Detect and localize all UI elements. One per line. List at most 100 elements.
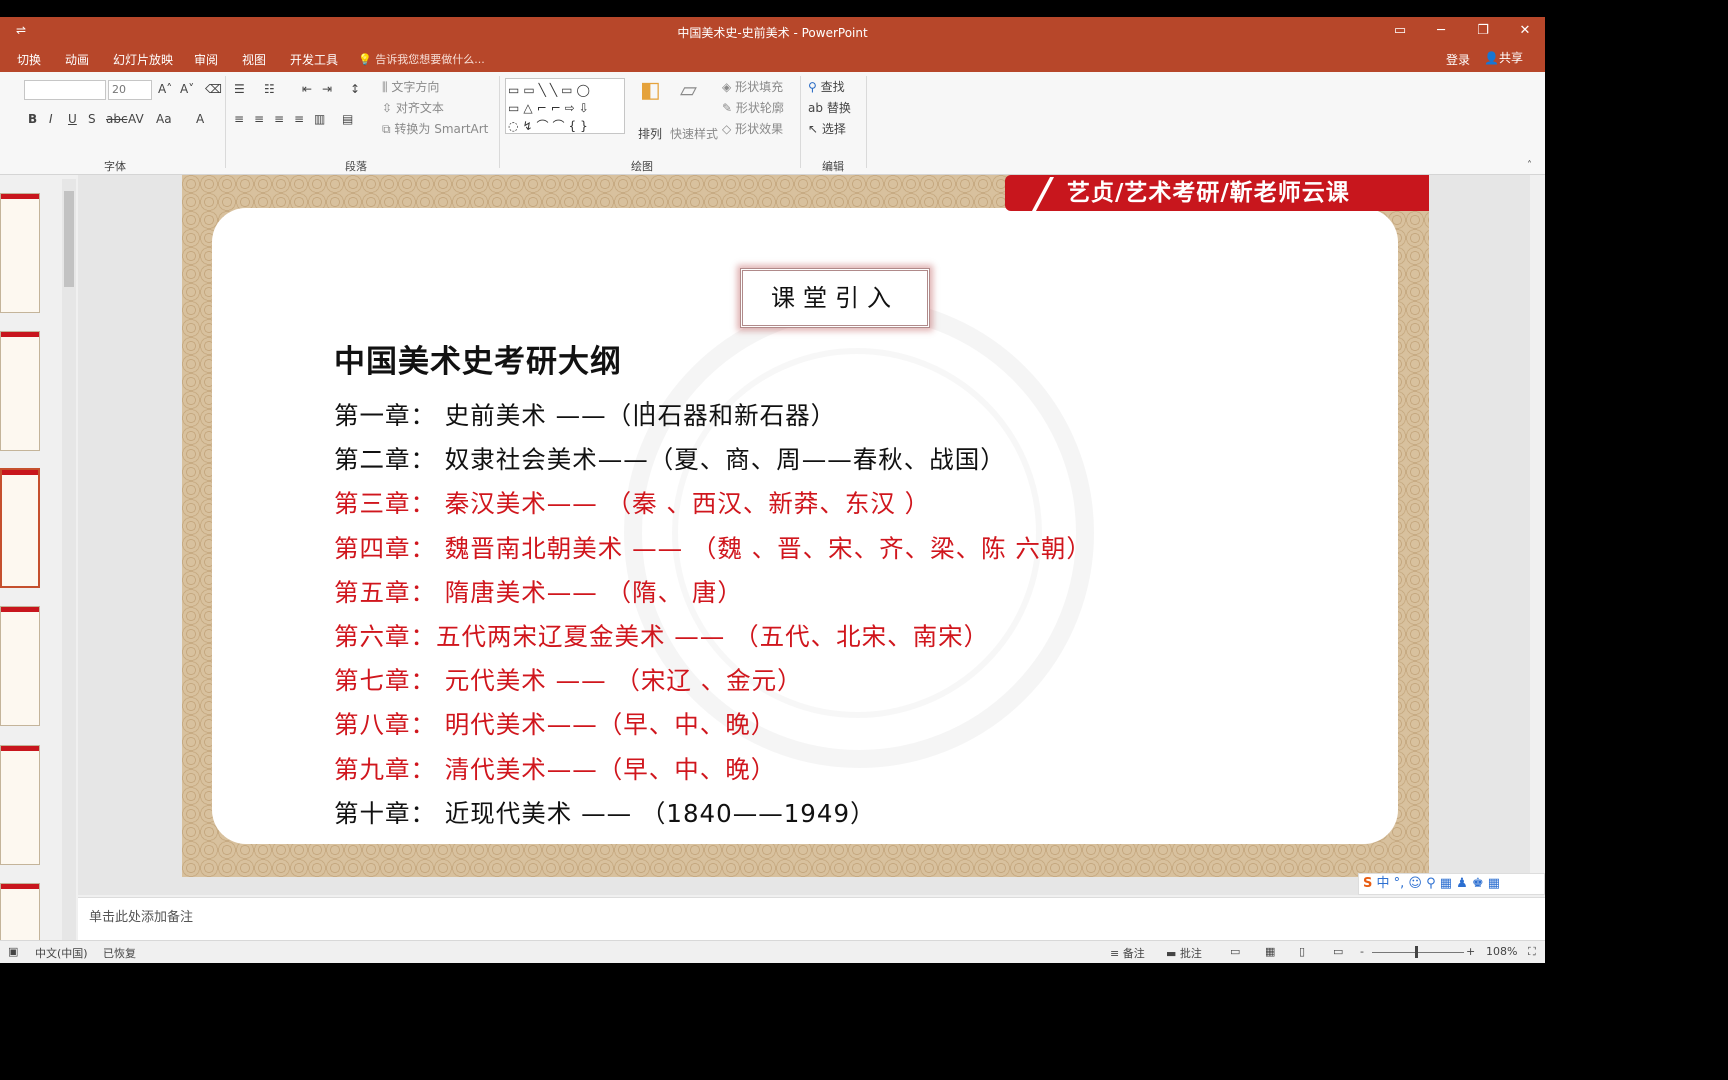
chapter-line[interactable]: 第一章： 史前美术 ——（旧石器和新石器） — [334, 397, 836, 432]
char-spacing-icon[interactable]: AV — [128, 112, 144, 126]
align-right-icon[interactable]: ≡ — [274, 112, 284, 126]
align-left-icon[interactable]: ≡ — [234, 112, 244, 126]
ribbon-tabs: 切换 动画 幻灯片放映 审阅 视图 开发工具 💡 告诉我您想要做什么... 登录… — [0, 45, 1545, 72]
find-label: 查找 — [820, 80, 845, 94]
tab-view[interactable]: 视图 — [242, 51, 266, 68]
collapse-ribbon-icon[interactable]: ˄ — [1527, 160, 1532, 171]
tell-me-label: 告诉我您想要做什么... — [375, 53, 485, 66]
zoom-level[interactable]: 108% — [1486, 945, 1517, 958]
accessibility-icon[interactable]: ▣ — [8, 945, 18, 958]
zoom-slider-handle[interactable] — [1415, 946, 1418, 958]
chapter-line[interactable]: 第九章： 清代美术——（早、中、晚） — [334, 751, 776, 786]
bold-icon[interactable]: B — [28, 112, 37, 126]
italic-icon[interactable]: I — [49, 112, 53, 126]
align-text-button[interactable]: ⇳ 对齐文本 — [382, 99, 444, 116]
decrease-indent-icon[interactable]: ⇤ — [302, 82, 312, 96]
slide-sorter-icon[interactable]: ▦ — [1265, 945, 1275, 958]
zoom-in-icon[interactable]: + — [1466, 945, 1475, 958]
tab-slideshow[interactable]: 幻灯片放映 — [113, 51, 173, 68]
shape-outline-button[interactable]: ✎ 形状轮廓 — [722, 99, 784, 116]
chapter-line[interactable]: 第四章： 魏晋南北朝美术 —— （魏 、晋、宋、齐、梁、陈 六朝） — [334, 530, 1092, 565]
replace-button[interactable]: ab 替换 — [808, 99, 851, 116]
zoom-out-icon[interactable]: - — [1360, 945, 1364, 958]
text-direction-label: 文字方向 — [391, 80, 440, 94]
tab-transitions[interactable]: 切换 — [17, 51, 41, 68]
font-name-combobox[interactable] — [24, 80, 106, 100]
chapter-line[interactable]: 第六章：五代两宋辽夏金美术 —— （五代、北宋、南宋） — [334, 618, 989, 653]
close-icon[interactable]: ✕ — [1514, 21, 1536, 41]
notes-placeholder: 单击此处添加备注 — [89, 910, 194, 925]
zoom-slider[interactable] — [1372, 952, 1464, 953]
thumbnail-scrollbar[interactable] — [62, 179, 76, 949]
slide-thumbnail[interactable] — [0, 193, 40, 313]
slide-thumbnail-selected[interactable] — [0, 468, 40, 588]
smartart-label: 转换为 SmartArt — [394, 122, 489, 136]
slide-thumbnail[interactable] — [0, 606, 40, 726]
quick-styles-button[interactable]: 快速样式 — [670, 125, 718, 142]
strikethrough-icon[interactable]: abc — [106, 112, 128, 126]
login-link[interactable]: 登录 — [1446, 51, 1470, 68]
font-color-icon[interactable]: A — [196, 112, 204, 126]
shadow-icon[interactable]: S — [88, 112, 96, 126]
increase-indent-icon[interactable]: ⇥ — [322, 82, 332, 96]
clear-format-icon[interactable]: ⌫ — [205, 82, 222, 96]
recovered-indicator: 已恢复 — [103, 947, 136, 960]
slide-scrollbar[interactable] — [1530, 175, 1545, 895]
status-bar: ▣ 中文(中国) 已恢复 ≡ 备注 ▬ 批注 ▭ ▦ ▯ ▭ - + 108% … — [0, 940, 1545, 963]
chapter-line[interactable]: 第七章： 元代美术 —— （宋辽 、金元） — [334, 662, 803, 697]
chapter-line[interactable]: 第三章： 秦汉美术—— （秦 、西汉、新莽、东汉 ） — [334, 485, 930, 520]
shrink-font-icon[interactable]: A˅ — [180, 82, 194, 96]
chapter-line[interactable]: 第五章： 隋唐美术—— （隋、 唐） — [334, 574, 743, 609]
restore-icon[interactable]: ❐ — [1472, 21, 1494, 41]
reading-view-icon[interactable]: ▯ — [1299, 945, 1305, 958]
select-label: 选择 — [821, 122, 846, 136]
chapter-line[interactable]: 第八章： 明代美术——（早、中、晚） — [334, 706, 776, 741]
language-indicator[interactable]: 中文(中国) — [35, 945, 88, 961]
bullets-icon[interactable]: ☰ — [234, 82, 245, 96]
tell-me-search[interactable]: 💡 告诉我您想要做什么... — [358, 51, 485, 67]
quick-styles-icon[interactable]: ▱ — [680, 78, 697, 103]
justify-icon[interactable]: ≡ — [294, 112, 304, 126]
font-size-combobox[interactable]: 20 — [108, 80, 152, 100]
slide-thumbnail[interactable] — [0, 331, 40, 451]
scroll-track — [62, 179, 76, 949]
tab-developer[interactable]: 开发工具 — [290, 51, 338, 68]
tab-review[interactable]: 审阅 — [194, 51, 218, 68]
effects-icon: ◇ — [722, 122, 732, 136]
tab-animations[interactable]: 动画 — [65, 51, 89, 68]
arrange-button[interactable]: 排列 — [638, 125, 662, 142]
line-spacing-icon[interactable]: ↕ — [350, 82, 360, 96]
scroll-thumb[interactable] — [64, 191, 74, 287]
find-button[interactable]: ⚲ 查找 — [808, 78, 845, 95]
arrange-icon[interactable]: ◧ — [640, 78, 661, 103]
ribbon-divider — [499, 76, 500, 168]
change-case-icon[interactable]: Aa — [156, 112, 172, 126]
fit-slide-icon[interactable]: ⛶ — [1528, 945, 1536, 959]
shape-fill-button[interactable]: ◈ 形状填充 — [722, 78, 783, 95]
slide-heading[interactable]: 中国美术史考研大纲 — [334, 336, 622, 381]
slide-canvas[interactable]: 课堂引入 中国美术史考研大纲 第一章： 史前美术 ——（旧石器和新石器） 第二章：… — [182, 175, 1429, 877]
slideshow-view-icon[interactable]: ▭ — [1333, 945, 1343, 958]
columns-icon[interactable]: ▤ — [342, 112, 353, 126]
thumbnail-header — [1, 884, 39, 889]
notes-toggle-button[interactable]: ≡ 备注 — [1110, 945, 1145, 961]
grow-font-icon[interactable]: A˄ — [158, 82, 172, 96]
align-center-icon[interactable]: ≡ — [254, 112, 264, 126]
shape-effects-button[interactable]: ◇ 形状效果 — [722, 120, 783, 137]
minimize-icon[interactable]: ─ — [1430, 21, 1452, 41]
smartart-button[interactable]: ⧉ 转换为 SmartArt — [382, 120, 488, 137]
normal-view-icon[interactable]: ▭ — [1230, 945, 1240, 958]
ribbon-display-options-icon[interactable]: ▭ — [1389, 21, 1411, 41]
numbering-icon[interactable]: ☷ — [264, 82, 275, 96]
distribute-icon[interactable]: ▥ — [314, 112, 325, 126]
text-direction-button[interactable]: ⫼ 文字方向 — [382, 78, 439, 95]
select-button[interactable]: ↖ 选择 — [808, 120, 846, 137]
comments-toggle-button[interactable]: ▬ 批注 — [1166, 945, 1202, 961]
chapter-line[interactable]: 第二章： 奴隶社会美术——（夏、商、周——春秋、战国） — [334, 441, 1006, 476]
shapes-gallery[interactable]: ▭▭╲╲▭◯ ▭△⌐⌐⇨⇩ ◌↯⌒⌒{} — [505, 78, 625, 134]
share-button[interactable]: 👤共享 — [1484, 49, 1523, 66]
slide-thumbnail[interactable] — [0, 745, 40, 865]
ime-toolbar[interactable]: S 中 °, ☺ ⚲ ▦ ♟ ♚ ▦ — [1358, 873, 1545, 895]
chapter-line[interactable]: 第十章： 近现代美术 —— （1840——1949） — [334, 795, 876, 830]
underline-icon[interactable]: U — [68, 112, 77, 126]
